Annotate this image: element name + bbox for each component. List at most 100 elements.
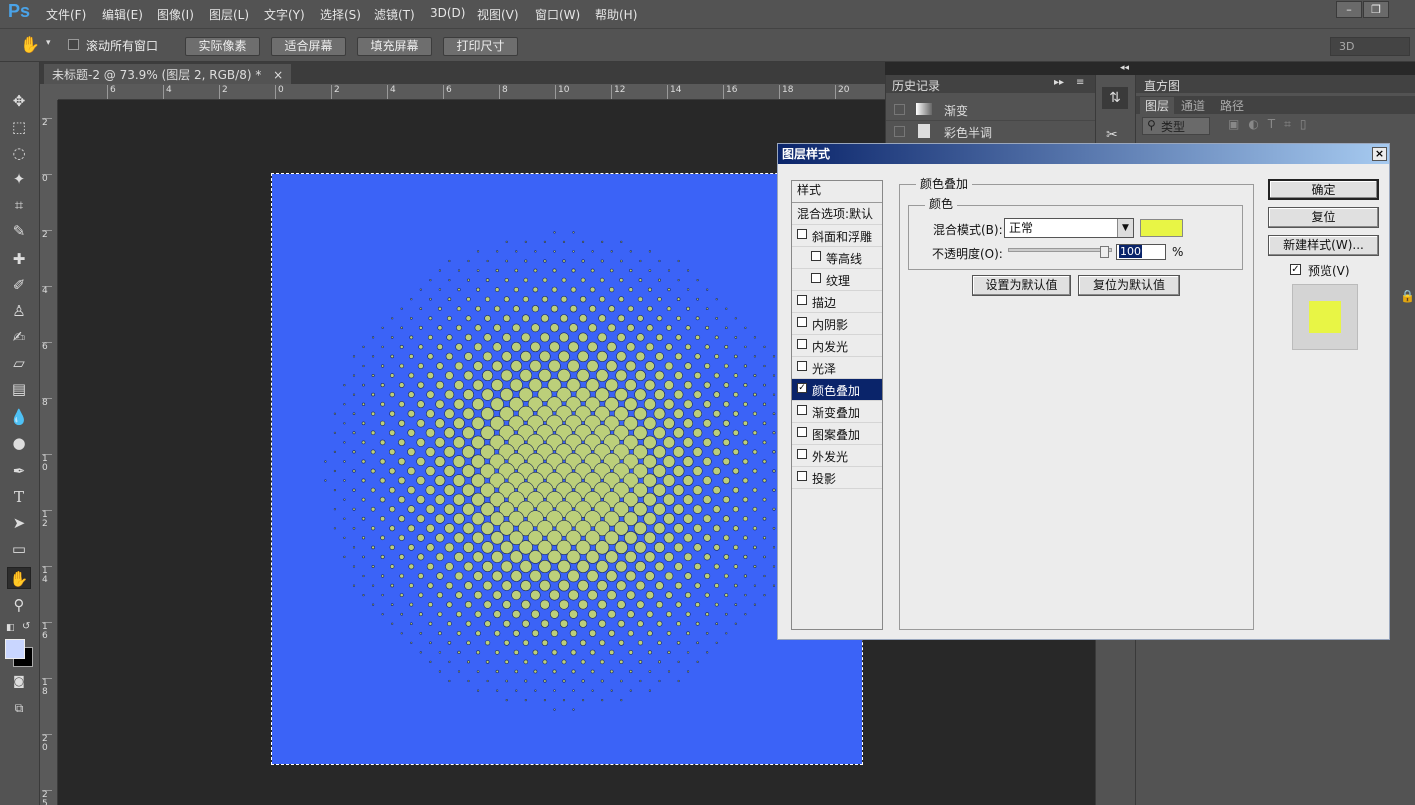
lock-icon[interactable]: 🔒 [1400, 289, 1415, 303]
close-document-icon[interactable]: × [273, 68, 283, 82]
blend-options-item[interactable]: 混合选项:默认 [792, 203, 882, 225]
chevron-down-icon[interactable]: ▼ [1117, 219, 1133, 237]
document-canvas[interactable] [271, 173, 863, 765]
histogram-tab[interactable]: 直方图 [1144, 77, 1180, 94]
style-item[interactable]: 图案叠加 [792, 423, 882, 445]
marquee-tool-icon[interactable]: ⬚ [7, 116, 31, 138]
dodge-tool-icon[interactable]: ● [7, 432, 31, 454]
restore-button[interactable]: ❐ [1363, 1, 1389, 18]
style-item-checkbox[interactable] [797, 405, 807, 415]
menu-item[interactable]: 选择(S) [320, 6, 361, 23]
history-item[interactable]: 彩色半调 [886, 121, 1095, 143]
tool-presets-icon[interactable]: ✂ [1106, 127, 1118, 143]
default-colors-icon[interactable]: ◧ [6, 623, 16, 633]
panel-menu-icon[interactable]: ≡ [1076, 77, 1084, 88]
menu-item[interactable]: 窗口(W) [535, 6, 580, 23]
style-item-checkbox[interactable] [797, 471, 807, 481]
new-style-button[interactable]: 新建样式(W)... [1268, 235, 1379, 256]
actual-pixels-button[interactable]: 实际像素 [185, 37, 260, 56]
eraser-tool-icon[interactable]: ▱ [7, 352, 31, 374]
menu-item[interactable]: 帮助(H) [595, 6, 637, 23]
menu-item[interactable]: 3D(D) [430, 6, 465, 20]
minimize-button[interactable]: – [1336, 1, 1362, 18]
style-item[interactable]: 内阴影 [792, 313, 882, 335]
screen-mode-icon[interactable]: ⧉ [7, 697, 31, 719]
crop-tool-icon[interactable]: ⌗ [7, 194, 31, 216]
reset-default-button[interactable]: 复位为默认值 [1078, 275, 1180, 296]
history-item[interactable]: 渐变 [886, 99, 1095, 121]
paths-tab[interactable]: 路径 [1220, 97, 1244, 114]
fill-screen-button[interactable]: 填充屏幕 [357, 37, 432, 56]
opacity-slider-handle[interactable] [1100, 246, 1109, 258]
hand-tool-icon[interactable]: ✋ [20, 35, 40, 54]
gradient-tool-icon[interactable]: ▤ [7, 378, 31, 400]
style-item[interactable]: 光泽 [792, 357, 882, 379]
layers-tab[interactable]: 图层 [1140, 97, 1175, 114]
style-item[interactable]: ✓ 颜色叠加 [792, 379, 882, 401]
hand-tool-icon[interactable]: ✋ [7, 567, 31, 589]
clone-stamp-tool-icon[interactable]: ♙ [7, 300, 31, 322]
move-tool-icon[interactable]: ✥ [7, 90, 31, 112]
style-item[interactable]: 内发光 [792, 335, 882, 357]
canvas-area[interactable] [58, 100, 885, 805]
opacity-slider[interactable] [1008, 248, 1112, 252]
menu-item[interactable]: 编辑(E) [102, 6, 143, 23]
tool-preset-dropdown-icon[interactable]: ▾ [46, 38, 51, 48]
scroll-all-checkbox[interactable] [68, 39, 79, 50]
document-tab[interactable]: 未标题-2 @ 73.9% (图层 2, RGB/8) * × [44, 64, 292, 84]
style-item-checkbox[interactable] [811, 273, 821, 283]
path-selection-tool-icon[interactable]: ➤ [7, 512, 31, 534]
collapse-icon[interactable]: ◂◂ [1120, 63, 1129, 73]
brush-tool-icon[interactable]: ✐ [7, 274, 31, 296]
history-brush-tool-icon[interactable]: ✍ [7, 326, 31, 348]
foreground-color-swatch[interactable] [5, 639, 25, 659]
healing-brush-tool-icon[interactable]: ✚ [7, 248, 31, 270]
magic-wand-tool-icon[interactable]: ✦ [7, 168, 31, 190]
quick-mask-icon[interactable]: ◙ [7, 670, 31, 692]
zoom-tool-icon[interactable]: ⚲ [7, 594, 31, 616]
eyedropper-tool-icon[interactable]: ✎ [7, 220, 31, 242]
style-item[interactable]: 渐变叠加 [792, 401, 882, 423]
history-panel-icon[interactable]: ⇅ [1102, 87, 1128, 109]
style-item-checkbox[interactable] [811, 251, 821, 261]
set-default-button[interactable]: 设置为默认值 [972, 275, 1071, 296]
style-item[interactable]: 斜面和浮雕 [792, 225, 882, 247]
rectangle-tool-icon[interactable]: ▭ [7, 538, 31, 560]
channels-tab[interactable]: 通道 [1181, 97, 1205, 114]
style-item-checkbox[interactable] [797, 339, 807, 349]
preview-checkbox[interactable]: ✓ [1290, 264, 1301, 275]
style-item[interactable]: 描边 [792, 291, 882, 313]
style-item-checkbox[interactable] [797, 427, 807, 437]
print-size-button[interactable]: 打印尺寸 [443, 37, 518, 56]
menu-item[interactable]: 滤镜(T) [374, 6, 415, 23]
menu-item[interactable]: 文件(F) [46, 6, 86, 23]
overlay-color-swatch[interactable] [1140, 219, 1183, 237]
fit-screen-button[interactable]: 适合屏幕 [271, 37, 346, 56]
opacity-input[interactable]: 100 [1116, 244, 1166, 260]
style-item-checkbox[interactable] [797, 317, 807, 327]
menu-item[interactable]: 视图(V) [477, 6, 519, 23]
style-item-checkbox[interactable] [797, 295, 807, 305]
blend-mode-select[interactable]: 正常 [1004, 218, 1134, 238]
menu-item[interactable]: 图层(L) [209, 6, 249, 23]
styles-header[interactable]: 样式 [792, 181, 882, 203]
style-item[interactable]: 外发光 [792, 445, 882, 467]
style-item[interactable]: 投影 [792, 467, 882, 489]
panel-collapse-icon[interactable]: ▸▸ [1054, 77, 1064, 88]
style-item[interactable]: 纹理 [792, 269, 882, 291]
lasso-tool-icon[interactable]: ◌ [7, 142, 31, 164]
workspace-select[interactable]: 3D [1330, 37, 1410, 56]
menu-item[interactable]: 图像(I) [157, 6, 194, 23]
pen-tool-icon[interactable]: ✒ [7, 460, 31, 482]
swap-colors-icon[interactable]: ↺ [22, 621, 30, 632]
style-item-checkbox[interactable] [797, 361, 807, 371]
style-item-checkbox[interactable] [797, 449, 807, 459]
style-item-checkbox[interactable] [797, 229, 807, 239]
type-tool-icon[interactable]: T [7, 486, 31, 508]
ok-button[interactable]: 确定 [1268, 179, 1379, 200]
style-item-checkbox[interactable]: ✓ [797, 383, 807, 393]
dialog-close-button[interactable]: × [1372, 147, 1387, 161]
style-item[interactable]: 等高线 [792, 247, 882, 269]
menu-item[interactable]: 文字(Y) [264, 6, 305, 23]
history-panel-title[interactable]: 历史记录 [892, 77, 940, 94]
